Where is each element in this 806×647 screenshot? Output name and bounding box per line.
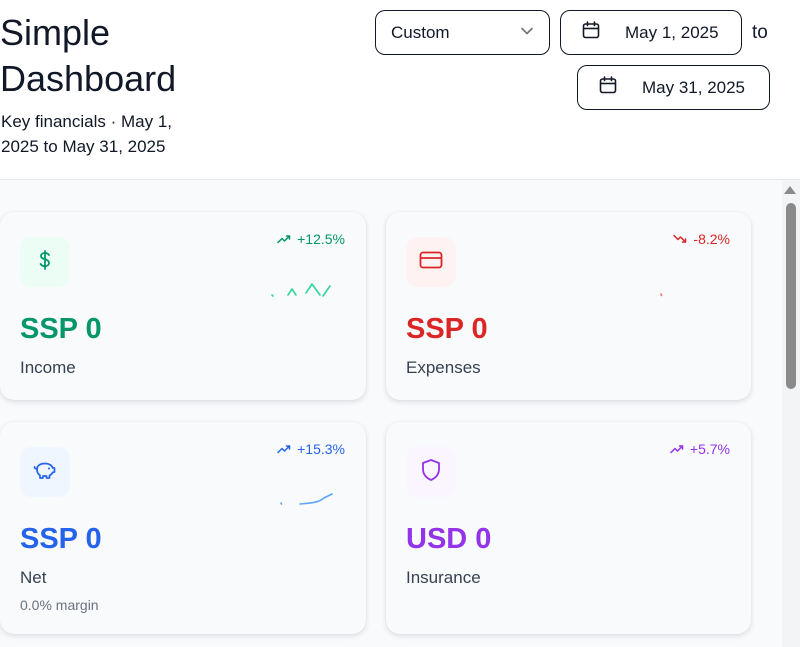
credit-card-icon [419, 250, 443, 275]
insurance-trend-badge: +5.7% [670, 441, 730, 457]
end-date-label: May 31, 2025 [642, 77, 746, 97]
income-trend-badge: +12.5% [277, 231, 345, 247]
net-card[interactable]: +15.3% SSP 0 Net 0.0% margin [0, 422, 366, 634]
expenses-sparkline [660, 293, 663, 297]
trending-up-icon [277, 231, 291, 247]
insurance-trend-value: +5.7% [689, 441, 730, 457]
shield-icon [420, 458, 442, 487]
expenses-card[interactable]: -8.2% SSP 0 Expenses [386, 212, 751, 400]
expenses-value: SSP 0 [406, 313, 488, 345]
range-select[interactable]: Custom [375, 10, 550, 55]
expenses-trend-badge: -8.2% [673, 231, 730, 247]
insurance-label: Insurance [406, 568, 481, 587]
window-edge [800, 0, 806, 647]
net-value: SSP 0 [20, 523, 102, 555]
net-sparkline [280, 493, 333, 505]
insurance-card[interactable]: +5.7% USD 0 Insurance [386, 422, 751, 634]
income-trend-value: +12.5% [297, 231, 345, 247]
calendar-icon [581, 20, 601, 45]
page-subtitle: Key financials · May 1, 2025 to May 31, … [1, 112, 173, 156]
insurance-icon-box [406, 447, 456, 497]
calendar-icon [598, 75, 618, 100]
net-trend-badge: +15.3% [277, 441, 345, 457]
income-card[interactable]: +12.5% SSP 0 Income [0, 212, 366, 400]
expenses-icon-box [406, 237, 456, 287]
trending-up-icon [277, 441, 291, 457]
trending-up-icon [670, 441, 684, 457]
chevron-down-icon [520, 23, 534, 43]
piggy-bank-icon [33, 460, 57, 485]
start-date-button[interactable]: May 1, 2025 [560, 10, 742, 55]
trending-down-icon [673, 231, 687, 247]
end-date-button[interactable]: May 31, 2025 [577, 65, 770, 110]
start-date-label: May 1, 2025 [625, 22, 719, 42]
income-icon-box [20, 237, 70, 287]
to-label: to [752, 22, 768, 43]
net-margin: 0.0% margin [20, 597, 99, 613]
net-trend-value: +15.3% [297, 441, 345, 457]
page-title: Simple Dashboard [0, 12, 177, 99]
dashboard-header: Simple Dashboard Key financials · May 1,… [0, 0, 800, 179]
scroll-up-arrow-icon[interactable] [784, 186, 796, 194]
net-icon-box [20, 447, 70, 497]
income-sparkline [271, 283, 331, 297]
dollar-icon [34, 249, 56, 276]
net-label: Net [20, 568, 47, 587]
expenses-label: Expenses [406, 358, 481, 377]
income-label: Income [20, 358, 76, 377]
income-value: SSP 0 [20, 313, 102, 345]
expenses-trend-value: -8.2% [693, 231, 730, 247]
range-select-value: Custom [391, 22, 450, 42]
insurance-value: USD 0 [406, 523, 492, 555]
scrollbar-thumb[interactable] [786, 203, 796, 389]
